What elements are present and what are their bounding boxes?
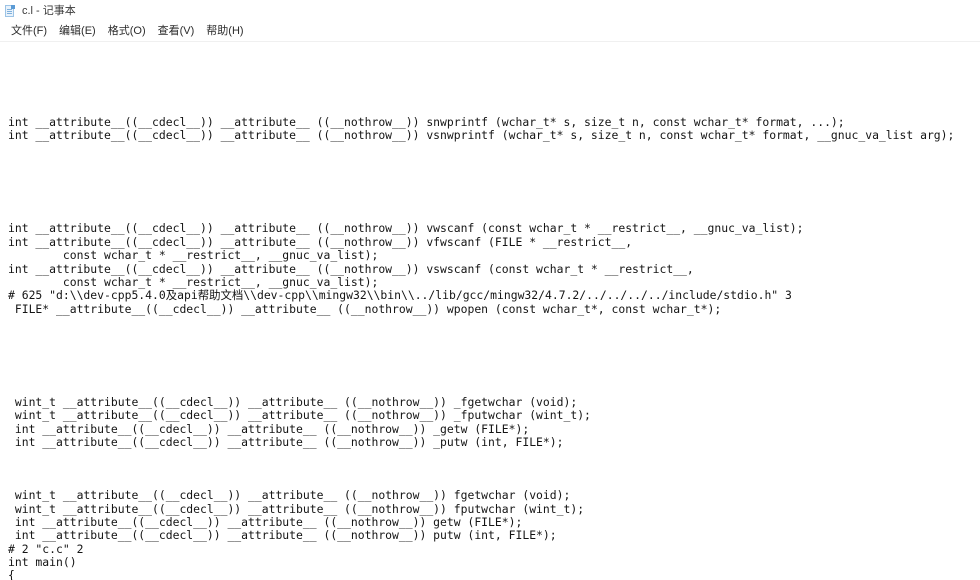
code-line: # 625 "d:\\dev-cpp5.4.0及api帮助文档\\dev-cpp… [8, 288, 792, 303]
code-line: int __attribute__((__cdecl__)) __attribu… [8, 128, 955, 143]
menu-item-help[interactable]: 帮助(H) [201, 23, 250, 39]
window-title: c.l - 记事本 [22, 4, 76, 17]
menu-item-view[interactable]: 查看(V) [153, 23, 202, 39]
menu-item-edit[interactable]: 编辑(E) [54, 23, 103, 39]
notepad-icon [4, 4, 17, 18]
code-line: # 2 "c.c" 2 [8, 541, 84, 556]
code-line: int __attribute__((__cdecl__)) __attribu… [8, 114, 845, 129]
code-line: wint_t __attribute__((__cdecl__)) __attr… [8, 488, 571, 503]
code-line: FILE* __attribute__((__cdecl__)) __attri… [8, 301, 722, 316]
menu-bar: 文件(F) 编辑(E) 格式(O) 查看(V) 帮助(H) [0, 22, 980, 41]
code-line: int __attribute__((__cdecl__)) __attribu… [8, 234, 633, 249]
title-bar: c.l - 记事本 — ▢ ✕ [0, 0, 980, 22]
code-line: int __attribute__((__cdecl__)) __attribu… [8, 421, 530, 436]
code-line: wint_t __attribute__((__cdecl__)) __attr… [8, 501, 585, 516]
text-content[interactable]: int __attribute__((__cdecl__)) __attribu… [0, 42, 980, 580]
menu-item-format[interactable]: 格式(O) [103, 23, 153, 39]
menu-item-file[interactable]: 文件(F) [6, 23, 54, 39]
code-line: int __attribute__((__cdecl__)) __attribu… [8, 221, 804, 236]
notepad-window: c.l - 记事本 — ▢ ✕ 文件(F) 编辑(E) 格式(O) 查看(V) … [0, 0, 980, 580]
editor-area[interactable]: int __attribute__((__cdecl__)) __attribu… [0, 42, 980, 580]
code-line: int __attribute__((__cdecl__)) __attribu… [8, 261, 694, 276]
code-line: { [8, 568, 15, 580]
code-line: wint_t __attribute__((__cdecl__)) __attr… [8, 394, 578, 409]
code-line: const wchar_t * __restrict__, __gnuc_va_… [8, 274, 379, 289]
code-line: wint_t __attribute__((__cdecl__)) __attr… [8, 408, 591, 423]
code-line: int __attribute__((__cdecl__)) __attribu… [8, 515, 523, 530]
code-line: int main() [8, 555, 77, 570]
code-line: const wchar_t * __restrict__, __gnuc_va_… [8, 248, 379, 263]
code-line: int __attribute__((__cdecl__)) __attribu… [8, 528, 557, 543]
code-line: int __attribute__((__cdecl__)) __attribu… [8, 434, 564, 449]
